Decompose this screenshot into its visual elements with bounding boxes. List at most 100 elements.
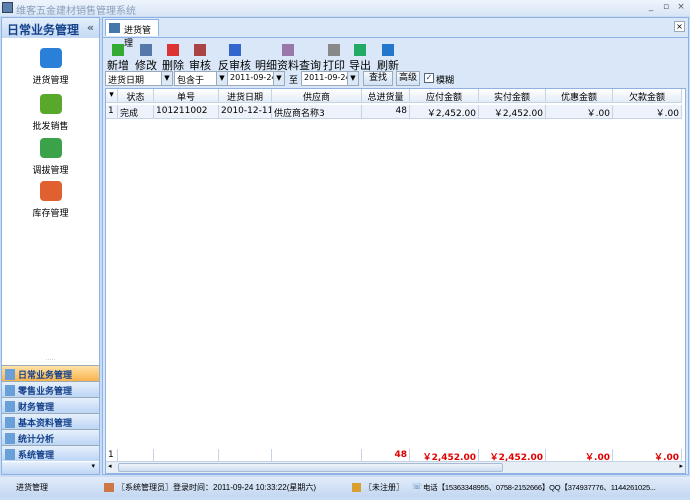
group-item-1[interactable]: 零售业务管理 bbox=[2, 381, 99, 397]
group-label: 统计分析 bbox=[18, 435, 55, 445]
status-registration: 〖未注册〗 bbox=[364, 483, 404, 492]
column-header[interactable]: 欠款金额 bbox=[613, 89, 682, 103]
swap-icon bbox=[39, 138, 62, 158]
toolbar-button-0[interactable]: 新增 bbox=[107, 44, 129, 73]
group-label: 财务管理 bbox=[18, 403, 55, 413]
more-groups-button[interactable]: ▾ bbox=[2, 462, 99, 474]
main-panel: 进货管理 × 新增 修改 删除 审核 反审核 明细资料查询 打印 导出 刷新 进货日期 ▼ 包含于… bbox=[102, 17, 689, 475]
table-cell: 完成 bbox=[118, 105, 154, 119]
table-cell: ￥.00 bbox=[613, 105, 682, 119]
column-header[interactable]: 总进货量 bbox=[362, 89, 410, 103]
field-select[interactable]: 进货日期 ▼ bbox=[105, 71, 173, 86]
window-title: 维客五金建材销售管理系统 bbox=[16, 6, 136, 17]
status-module: 进货管理 bbox=[16, 483, 48, 492]
column-header[interactable]: 供应商 bbox=[272, 89, 362, 103]
toolbar-button-4[interactable]: 反审核 bbox=[218, 44, 251, 73]
nav-item-3[interactable]: 库存管理 bbox=[2, 181, 99, 219]
date-from-picker[interactable]: 2011-09-24 ▼ bbox=[227, 71, 285, 86]
table-cell: 2010-12-11 bbox=[219, 105, 272, 119]
toolbar-icon bbox=[194, 44, 206, 56]
advanced-button[interactable]: 高级 bbox=[396, 71, 420, 86]
group-item-4[interactable]: 统计分析 bbox=[2, 429, 99, 445]
nav-label: 进货管理 bbox=[32, 76, 69, 86]
group-icon bbox=[5, 385, 15, 396]
toolbar-button-2[interactable]: 删除 bbox=[162, 44, 184, 73]
fuzzy-label: 模糊 bbox=[436, 76, 455, 86]
close-button[interactable]: × bbox=[675, 2, 687, 13]
table-cell: 101211002 bbox=[154, 105, 219, 119]
toolbar-button-1[interactable]: 修改 bbox=[135, 44, 157, 73]
nav-label: 库存管理 bbox=[32, 209, 69, 219]
splitter[interactable]: ····· bbox=[2, 358, 99, 364]
table-cell: 48 bbox=[362, 105, 410, 119]
column-header[interactable]: 状态 bbox=[118, 89, 154, 103]
toolbar-icon bbox=[282, 44, 294, 56]
column-header[interactable]: 实付金额 bbox=[479, 89, 546, 103]
phone-icon: ☏ bbox=[412, 482, 423, 491]
nav-item-1[interactable]: 批发销售 bbox=[2, 94, 99, 132]
status-bar: 进货管理 〖系统管理员〗登录时间：2011-09-24 10:33:22(星期六… bbox=[0, 477, 690, 497]
toolbar-button-3[interactable]: 审核 bbox=[189, 44, 211, 73]
date-to-picker[interactable]: 2011-09-24 ▼ bbox=[301, 71, 359, 86]
toolbar-icon bbox=[140, 44, 152, 56]
toolbar-icon bbox=[354, 44, 366, 56]
toolbar-button-5[interactable]: 明细资料查询 bbox=[255, 44, 321, 73]
group-icon bbox=[5, 417, 15, 428]
group-label: 基本资料管理 bbox=[18, 419, 73, 429]
column-header[interactable]: 优惠金额 bbox=[546, 89, 613, 103]
title-bar: 维客五金建材销售管理系统 _ ▫ × bbox=[0, 0, 690, 17]
scroll-thumb[interactable] bbox=[118, 463, 503, 472]
nav-item-0[interactable]: 进货管理 bbox=[2, 48, 99, 86]
search-button[interactable]: 查找 bbox=[363, 71, 393, 86]
collapse-button[interactable]: « bbox=[87, 21, 94, 34]
to-label: 至 bbox=[289, 76, 299, 86]
table-cell: ￥.00 bbox=[546, 105, 613, 119]
group-label: 日常业务管理 bbox=[18, 371, 73, 381]
toolbar-button-7[interactable]: 导出 bbox=[349, 44, 371, 73]
status-user: 〖系统管理员〗登录时间：2011-09-24 10:33:22(星期六) bbox=[117, 483, 317, 492]
nav-label: 调拔管理 bbox=[32, 166, 69, 176]
lock-icon bbox=[352, 483, 361, 492]
panel-header: 日常业务管理 « bbox=[2, 18, 99, 38]
table-cell: 供应商名称3 bbox=[272, 105, 362, 119]
group-icon bbox=[5, 369, 15, 380]
arrow-transfer-icon bbox=[39, 48, 62, 68]
group-item-3[interactable]: 基本资料管理 bbox=[2, 413, 99, 429]
boxes-icon bbox=[39, 94, 62, 114]
toolbar-icon bbox=[167, 44, 179, 56]
panel-title: 日常业务管理 bbox=[7, 23, 80, 37]
horizontal-scrollbar[interactable]: ◂ ▸ bbox=[106, 461, 685, 473]
table-row[interactable]: 1 完成 101211002 2010-12-11 供应商名称3 48 ￥2,452.00 ￥… bbox=[106, 105, 682, 119]
close-tab-button[interactable]: × bbox=[674, 21, 685, 32]
tab-icon bbox=[109, 23, 120, 33]
group-item-2[interactable]: 财务管理 bbox=[2, 397, 99, 413]
column-header[interactable]: 应付金额 bbox=[410, 89, 479, 103]
status-contact: 电话【15363348955、0758-2152666】QQ【374937776… bbox=[423, 483, 656, 492]
table-cell: ￥2,452.00 bbox=[410, 105, 479, 119]
toolbar-icon bbox=[112, 44, 124, 56]
toolbar-button-6[interactable]: 打印 bbox=[323, 44, 345, 73]
nav-label: 批发销售 bbox=[32, 122, 69, 132]
toolbar-button-8[interactable]: 刷新 bbox=[377, 44, 399, 73]
app-icon bbox=[2, 2, 13, 13]
group-item-5[interactable]: 系统管理 bbox=[2, 445, 99, 461]
toolbar-icon bbox=[328, 44, 340, 56]
operator-select[interactable]: 包含于 ▼ bbox=[174, 71, 228, 86]
group-icon bbox=[5, 433, 15, 444]
minimize-button[interactable]: _ bbox=[645, 2, 657, 13]
column-header[interactable]: 单号 bbox=[154, 89, 219, 103]
house-icon bbox=[39, 181, 62, 201]
group-icon bbox=[5, 401, 15, 412]
maximize-button[interactable]: ▫ bbox=[660, 2, 672, 13]
fuzzy-checkbox[interactable]: ✓ bbox=[424, 73, 434, 83]
nav-item-2[interactable]: 调拔管理 bbox=[2, 138, 99, 176]
toolbar-icon bbox=[382, 44, 394, 56]
group-icon bbox=[5, 449, 15, 460]
group-label: 零售业务管理 bbox=[18, 387, 73, 397]
row-number: 1 bbox=[106, 105, 118, 119]
column-header[interactable]: 进货日期 bbox=[219, 89, 272, 103]
toolbar-icon bbox=[228, 44, 241, 56]
left-panel: 日常业务管理 « 进货管理 批发销售 调拔管理 库存管理 ····· 日常业务管理 零售业… bbox=[1, 17, 100, 475]
tab-purchase[interactable]: 进货管理 bbox=[105, 19, 159, 49]
group-item-0[interactable]: 日常业务管理 bbox=[2, 365, 99, 381]
